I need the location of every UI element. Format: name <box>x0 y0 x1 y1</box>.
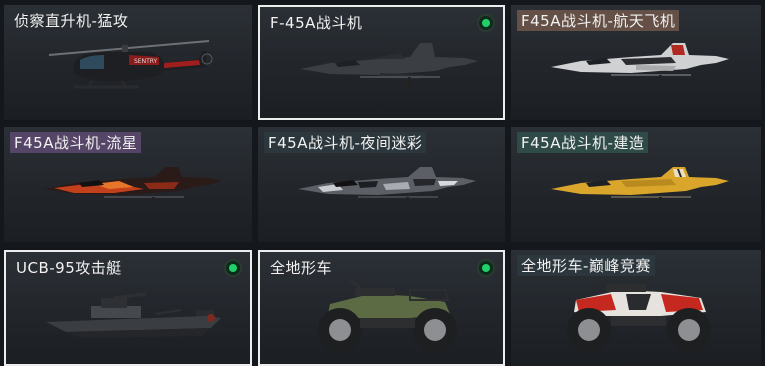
vehicle-card-f45a-meteor[interactable]: F45A战斗机-流星 <box>4 127 252 242</box>
vehicle-card-f45a-space-shuttle[interactable]: F45A战斗机-航天飞机 <box>511 5 761 120</box>
vehicle-name-label: 全地形车-巅峰竞赛 <box>517 255 655 276</box>
vehicle-card-atv[interactable]: 全地形车 <box>258 250 505 366</box>
vehicle-name-label: F45A战斗机-建造 <box>517 132 649 153</box>
vehicle-card-atv-peak-race[interactable]: 全地形车-巅峰竞赛 <box>511 250 761 366</box>
vehicle-card-f45a-build[interactable]: F45A战斗机-建造 <box>511 127 761 242</box>
vehicle-card-ucb95-attack-boat[interactable]: UCB-95攻击艇 <box>4 250 252 366</box>
vehicle-name-label: F45A战斗机-流星 <box>10 132 142 153</box>
equipped-indicator-icon <box>477 14 495 32</box>
vehicle-card-f45a[interactable]: F-45A战斗机 <box>258 5 505 120</box>
vehicle-skin-grid: SENTRY 侦察直升机-猛攻 F-45A战斗机 F45A战斗机-航天飞机 F4… <box>0 0 765 366</box>
vehicle-name-label: F-45A战斗机 <box>270 14 363 32</box>
equipped-indicator-icon <box>224 259 242 277</box>
svg-text:SENTRY: SENTRY <box>134 58 158 65</box>
equipped-indicator-icon <box>477 259 495 277</box>
vehicle-name-label: UCB-95攻击艇 <box>16 259 122 277</box>
vehicle-card-f45a-night-camo[interactable]: F45A战斗机-夜间迷彩 <box>258 127 505 242</box>
vehicle-name-label: F45A战斗机-夜间迷彩 <box>264 132 427 153</box>
vehicle-card-scout-helicopter[interactable]: SENTRY 侦察直升机-猛攻 <box>4 5 252 120</box>
vehicle-name-label: 侦察直升机-猛攻 <box>14 12 129 30</box>
vehicle-name-label: F45A战斗机-航天飞机 <box>517 10 680 31</box>
vehicle-name-label: 全地形车 <box>270 259 333 277</box>
